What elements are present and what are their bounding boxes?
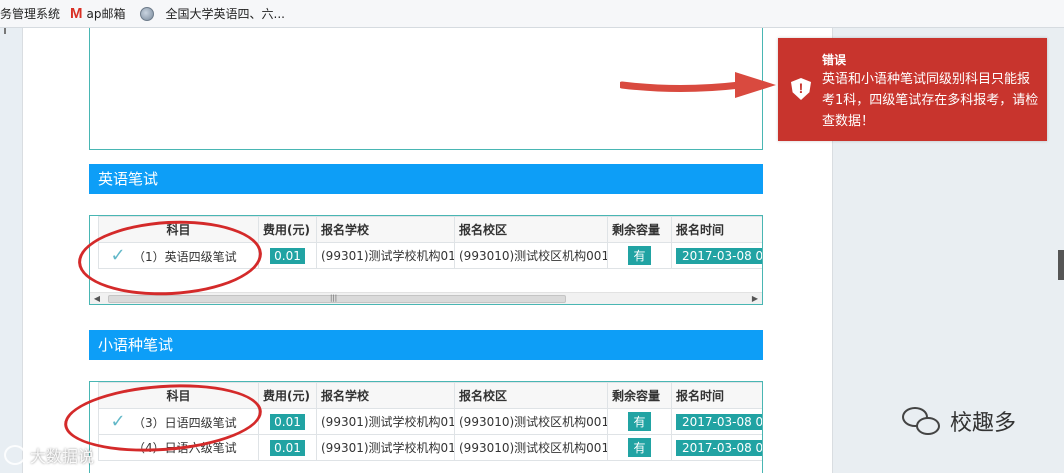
time-cell: 2017-03-08 08:0	[671, 408, 762, 435]
bookmark-cet[interactable]: 全国大学英语四、六...	[139, 5, 285, 22]
shield-error-icon: !	[791, 78, 811, 100]
toast-title: 错误	[822, 53, 847, 67]
fee-cell: 0.01	[258, 434, 317, 461]
scrollbar-grip-icon: |||	[330, 294, 338, 302]
time-badge: 2017-03-08 08:0	[676, 439, 762, 456]
campus-cell: (993010)测试校区机构001	[454, 242, 608, 269]
watermark-logo-icon	[4, 445, 26, 465]
wechat-icon	[902, 405, 942, 437]
time-badge: 2017-03-08 08:0	[676, 247, 762, 264]
section-header-minor-language: 小语种笔试	[89, 330, 763, 360]
fee-badge: 0.01	[270, 247, 305, 264]
watermark-text: 校趣多	[950, 411, 1017, 436]
watermark-right: 校趣多	[902, 405, 1016, 437]
column-header-time[interactable]: 报名时间	[671, 216, 762, 243]
gmail-icon: M	[70, 5, 83, 22]
exclamation-glyph: !	[798, 80, 804, 96]
column-header-time[interactable]: 报名时间	[671, 382, 762, 409]
bookmark-label: 务管理系统	[0, 7, 61, 21]
bookmark-management-system[interactable]: 务管理系统	[0, 5, 60, 22]
watermark-text: 大数据说	[30, 447, 95, 466]
fee-badge: 0.01	[270, 413, 305, 430]
page-scrollbar-thumb[interactable]	[1058, 250, 1064, 280]
bookmark-label: ap邮箱	[86, 7, 126, 21]
time-cell: 2017-03-08 08:0	[671, 242, 762, 269]
campus-cell: (993010)测试校区机构001	[454, 408, 608, 435]
watermark-left: 大数据说	[4, 443, 94, 467]
scroll-left-icon[interactable]: ◀	[90, 293, 104, 304]
column-header-fee[interactable]: 费用(元)	[258, 382, 317, 409]
column-header-capacity[interactable]: 剩余容量	[607, 382, 672, 409]
capacity-cell: 有	[607, 434, 672, 461]
annotation-arrow-icon	[620, 72, 776, 98]
globe-icon	[139, 6, 154, 21]
column-header-campus[interactable]: 报名校区	[454, 382, 608, 409]
scroll-right-icon[interactable]: ▶	[748, 293, 762, 304]
school-cell: (99301)测试学校机构01	[316, 434, 455, 461]
bookmarks-bar: 务管理系统 M ap邮箱 全国大学英语四、六...	[0, 0, 1064, 28]
section-title: 英语笔试	[98, 170, 159, 188]
window-edge	[4, 28, 6, 34]
column-header-campus[interactable]: 报名校区	[454, 216, 608, 243]
time-cell: 2017-03-08 08:0	[671, 434, 762, 461]
capacity-badge: 有	[628, 438, 651, 457]
capacity-cell: 有	[607, 408, 672, 435]
column-header-fee[interactable]: 费用(元)	[258, 216, 317, 243]
capacity-badge: 有	[628, 412, 651, 431]
bookmark-mail[interactable]: M ap邮箱	[70, 5, 125, 22]
fee-badge: 0.01	[270, 439, 305, 456]
capacity-cell: 有	[607, 242, 672, 269]
column-header-capacity[interactable]: 剩余容量	[607, 216, 672, 243]
fee-cell: 0.01	[258, 242, 317, 269]
school-cell: (99301)测试学校机构01	[316, 242, 455, 269]
toast-message: 英语和小语种笔试同级别科目只能报考1科，四级笔试存在多科报考，请检查数据！	[822, 72, 1039, 129]
section-header-english: 英语笔试	[89, 164, 763, 194]
time-badge: 2017-03-08 08:0	[676, 413, 762, 430]
campus-cell: (993010)测试校区机构001	[454, 434, 608, 461]
bookmark-label: 全国大学英语四、六...	[165, 7, 285, 21]
section-title: 小语种笔试	[98, 336, 174, 354]
column-header-school[interactable]: 报名学校	[316, 382, 455, 409]
error-toast[interactable]: ! 错误 英语和小语种笔试同级别科目只能报考1科，四级笔试存在多科报考，请检查数…	[778, 38, 1047, 141]
fee-cell: 0.01	[258, 408, 317, 435]
horizontal-scrollbar[interactable]: ◀ ||| ▶	[90, 292, 762, 304]
capacity-badge: 有	[628, 246, 651, 265]
column-header-school[interactable]: 报名学校	[316, 216, 455, 243]
school-cell: (99301)测试学校机构01	[316, 408, 455, 435]
